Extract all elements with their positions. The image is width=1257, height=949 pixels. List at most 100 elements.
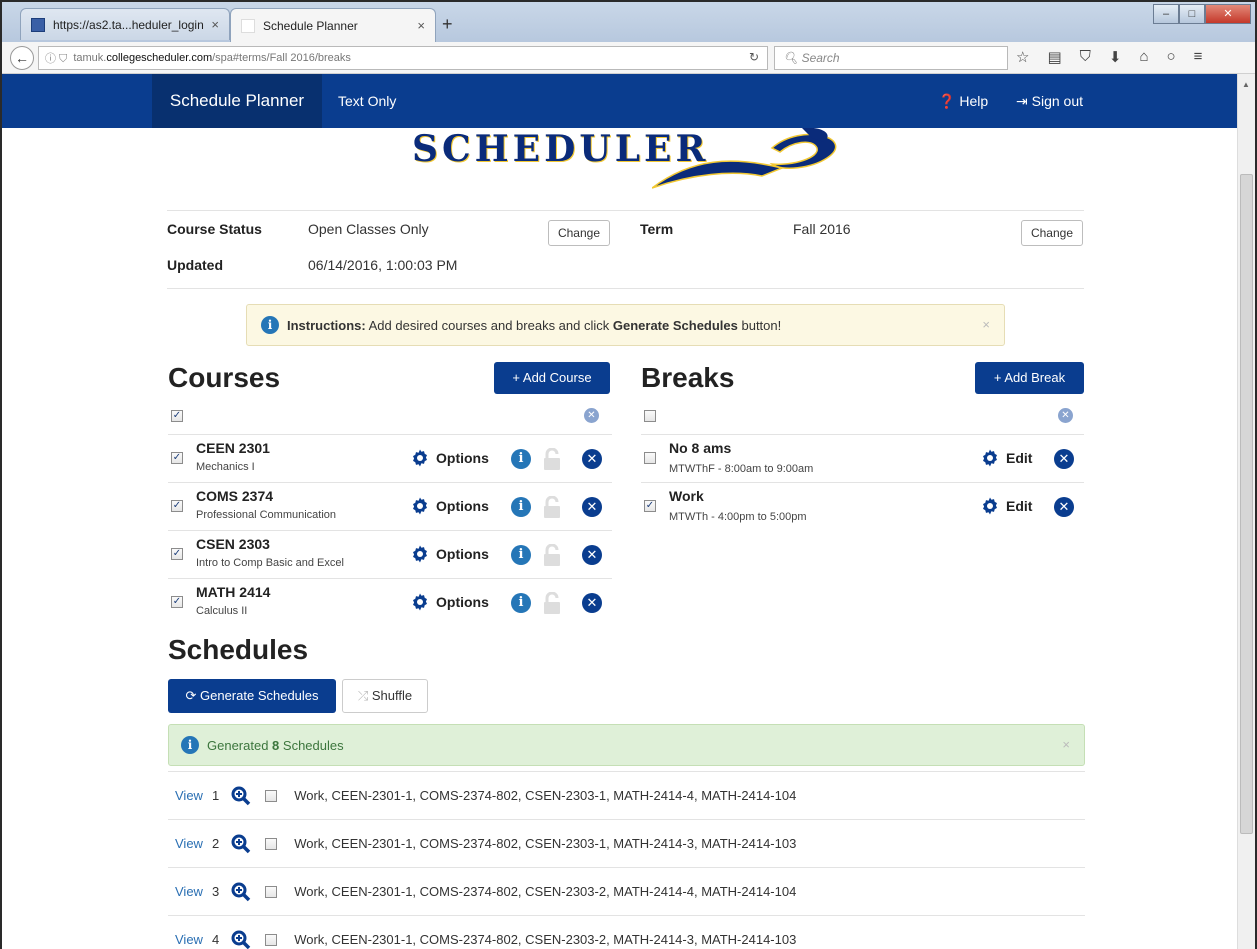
course-options-button[interactable]: Options [410,496,489,516]
add-course-button[interactable]: + Add Course [494,362,610,394]
generate-schedules-button[interactable]: ⟳ Generate Schedules [168,679,336,713]
close-icon[interactable]: × [1062,737,1070,752]
schedule-checkbox[interactable] [265,933,278,946]
remove-course-icon[interactable]: ✕ [582,497,602,517]
text-only-link[interactable]: Text Only [338,74,396,128]
course-info-icon[interactable]: i [511,497,531,517]
tab-close-icon[interactable]: × [417,18,425,33]
edit-break-button[interactable]: Edit [980,496,1032,516]
options-label: Options [436,594,489,610]
course-checkbox[interactable]: ✓ [171,548,183,560]
tab-close-icon[interactable]: × [211,17,219,32]
zoom-in-icon[interactable] [231,834,251,854]
course-code: CSEN 2303 [196,536,270,552]
help-icon: ❓ [938,93,956,109]
url-prefix: tamuk. [73,52,107,64]
help-link[interactable]: ❓ Help [938,74,988,128]
course-options-button[interactable]: Options [410,544,489,564]
zoom-in-icon[interactable] [231,930,251,949]
course-info-icon[interactable]: i [511,449,531,469]
toolbar-icons: ☆ ▤ ⛉ ⬇ ⌂ ○ ≡ [1016,48,1202,66]
break-checkbox[interactable] [644,452,656,464]
course-name: Mechanics I [196,461,255,473]
site-info-icon[interactable]: ⓘ ⛉ [45,50,67,66]
brand-link[interactable]: Schedule Planner [152,74,322,128]
menu-icon[interactable]: ≡ [1194,48,1203,66]
maximize-button[interactable]: □ [1179,4,1205,24]
course-checkbox[interactable]: ✓ [171,452,183,464]
download-icon[interactable]: ⬇ [1109,48,1122,66]
schedule-checkbox[interactable] [265,885,278,898]
back-button[interactable]: ← [10,46,34,70]
term-label: Term [640,221,674,237]
course-checkbox[interactable]: ✓ [171,596,183,608]
page-favicon-icon [31,17,45,32]
zoom-in-icon[interactable] [231,882,251,902]
course-options-button[interactable]: Options [410,592,489,612]
remove-course-icon[interactable]: ✕ [582,593,602,613]
schedule-number: 1 [211,788,220,803]
remove-break-icon[interactable]: ✕ [1054,449,1074,469]
schedule-checkbox[interactable] [265,789,278,802]
schedule-number: 2 [211,836,220,851]
break-time: MTWThF - 8:00am to 9:00am [669,463,814,475]
zoom-in-icon[interactable] [231,786,251,806]
remove-all-breaks-icon[interactable]: ✕ [1058,408,1073,423]
remove-all-courses-icon[interactable]: ✕ [584,408,599,423]
view-link[interactable]: View [175,884,203,899]
view-link[interactable]: View [175,788,203,803]
select-all-courses-checkbox[interactable]: ✓ [171,410,183,422]
home-icon[interactable]: ⌂ [1139,48,1148,66]
scroll-up-icon[interactable]: ▲ [1242,80,1250,89]
search-input[interactable]: 🔍︎ Search [774,46,1008,70]
gear-icon [983,497,997,515]
address-bar[interactable]: ⓘ ⛉ tamuk. collegescheduler.com/spa#terms… [38,46,768,70]
gear-icon [413,593,427,611]
course-info-icon[interactable]: i [511,545,531,565]
window-close-button[interactable]: ✕ [1205,4,1251,24]
row-divider [168,434,612,435]
bookmark-star-icon[interactable]: ☆ [1016,48,1029,66]
reading-list-icon[interactable]: ▤ [1047,48,1061,66]
course-info-icon[interactable]: i [511,593,531,613]
break-checkbox[interactable]: ✓ [644,500,656,512]
edit-label: Edit [1006,498,1033,514]
course-options-button[interactable]: Options [410,448,489,468]
view-link[interactable]: View [175,836,203,851]
sign-out-icon: ⇥ [1016,93,1028,109]
view-link[interactable]: View [175,932,203,947]
course-checkbox[interactable]: ✓ [171,500,183,512]
sign-out-link[interactable]: ⇥ Sign out [1016,74,1083,128]
reload-icon[interactable]: ↻ [749,50,759,64]
lock-icon[interactable] [542,544,562,566]
remove-course-icon[interactable]: ✕ [582,545,602,565]
lock-icon[interactable] [542,592,562,614]
minimize-button[interactable]: – [1153,4,1179,24]
schedule-row: View 3 Work, CEEN-2301-1, COMS-2374-802,… [168,867,1085,915]
close-icon[interactable]: × [982,317,990,332]
divider [167,288,1084,289]
scheduler-logo: SCHEDULER [402,128,862,194]
search-placeholder: Search [801,51,840,65]
edit-break-button[interactable]: Edit [980,448,1032,468]
remove-break-icon[interactable]: ✕ [1054,497,1074,517]
add-break-button[interactable]: + Add Break [975,362,1084,394]
schedules-heading: Schedules [168,634,309,665]
shuffle-button[interactable]: ⤮ Shuffle [342,679,428,713]
schedule-checkbox[interactable] [265,837,278,850]
change-term-button[interactable]: Change [1021,220,1083,246]
pocket-icon[interactable]: ⛉ [1080,48,1091,66]
tab-schedule-planner[interactable]: Schedule Planner × [230,8,436,42]
select-all-breaks-checkbox[interactable] [644,410,656,422]
chat-icon[interactable]: ○ [1167,48,1176,66]
tab-bar: https://as2.ta...heduler_login × Schedul… [2,2,1255,42]
tab-login[interactable]: https://as2.ta...heduler_login × [20,8,230,40]
lock-icon[interactable] [542,496,562,518]
lock-icon[interactable] [542,448,562,470]
vertical-scrollbar[interactable]: ▲ [1237,74,1255,949]
new-tab-button[interactable]: + [442,14,453,35]
remove-course-icon[interactable]: ✕ [582,449,602,469]
change-course-status-button[interactable]: Change [548,220,610,246]
course-status-label: Course Status [167,221,262,237]
scrollbar-thumb[interactable] [1240,174,1253,834]
